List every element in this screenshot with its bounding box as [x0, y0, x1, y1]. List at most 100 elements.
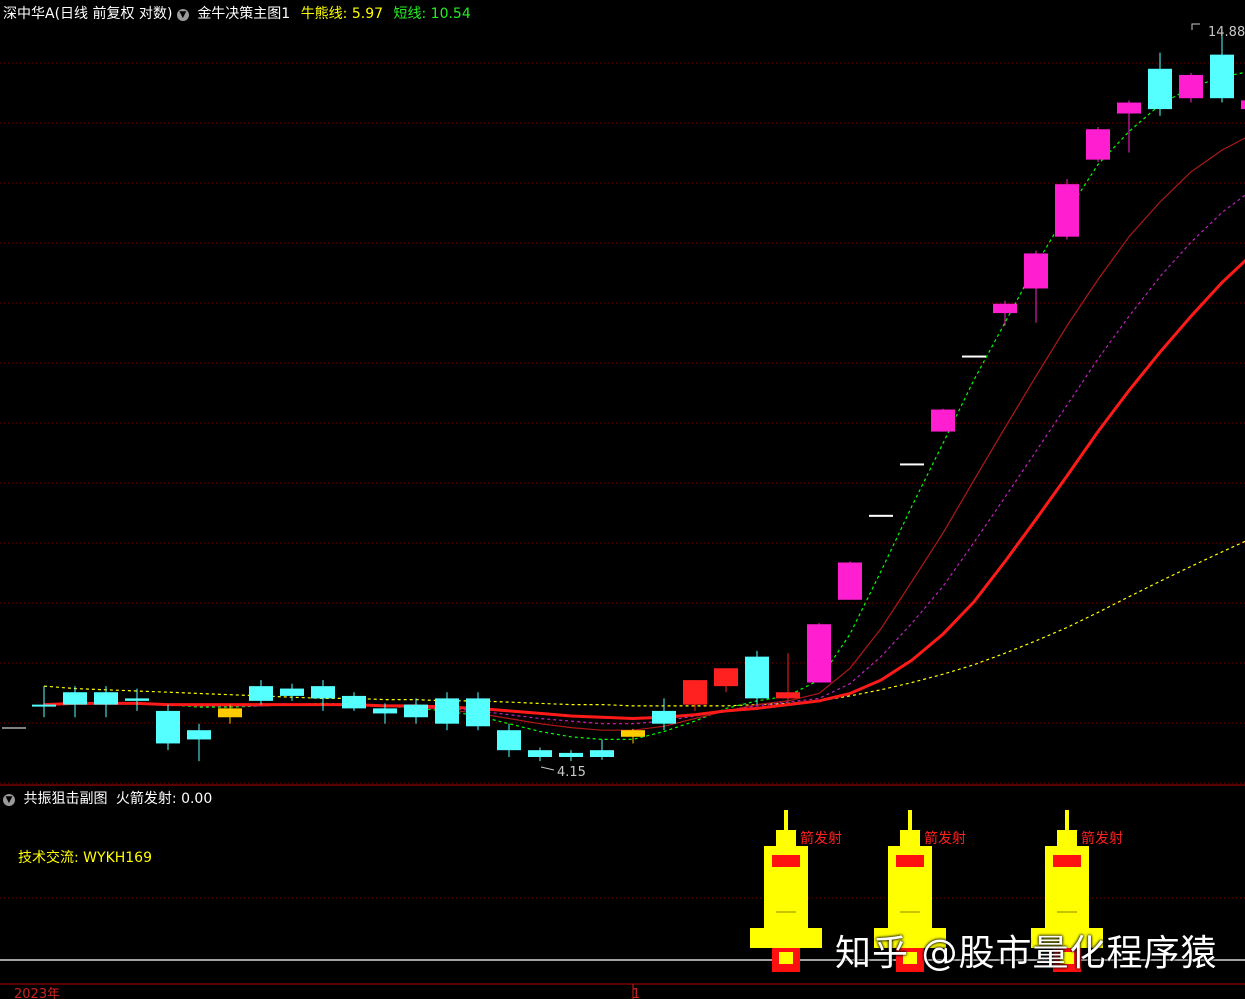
- candle-body: [125, 698, 149, 701]
- candle-body: [807, 624, 831, 683]
- rocket-label: 箭发射: [924, 830, 966, 847]
- rocket-flame-core: [779, 952, 793, 964]
- candlestick: [311, 680, 335, 711]
- candle-body: [683, 680, 707, 705]
- candle-body: [156, 710, 180, 744]
- candlestick: [156, 704, 180, 751]
- contact-info: 技术交流: WYKH169: [18, 847, 152, 867]
- rocket-tip: [1057, 830, 1077, 846]
- contact-value: WYKH169: [83, 850, 152, 866]
- candle-body: [1179, 74, 1203, 99]
- chevron-down-icon[interactable]: ▼: [176, 9, 189, 21]
- candlestick: [993, 300, 1017, 326]
- candlestick: [249, 680, 273, 705]
- indicator-line-purple: [43, 194, 1245, 725]
- candle-body: [1117, 102, 1141, 114]
- candlestick: [342, 692, 366, 711]
- candle-body: [838, 562, 862, 600]
- candlestick: [559, 750, 583, 762]
- candlestick: [1210, 30, 1234, 103]
- candlestick: [807, 623, 831, 683]
- bull-line-value: 5.97: [351, 6, 384, 22]
- candle-body: [714, 668, 738, 687]
- candlestick: [528, 747, 552, 762]
- candlestick: [1148, 52, 1172, 116]
- candle-body: [869, 514, 893, 517]
- rocket-window: [896, 855, 924, 867]
- candle-body: [931, 409, 955, 432]
- candlestick: [404, 698, 428, 724]
- indicator-line-thick: [43, 258, 1245, 721]
- chart-canvas[interactable]: 14.88 4.15 箭发射 箭发射 箭发射 2023年 1: [0, 0, 1245, 999]
- candlestick: [652, 698, 676, 731]
- short-line-value: 10.54: [430, 6, 471, 22]
- candlesticks: [32, 30, 1245, 762]
- low-price-label: 4.15: [557, 765, 586, 780]
- high-price-label: 14.88: [1208, 25, 1245, 40]
- rocket-tip: [776, 830, 796, 846]
- candle-body: [745, 656, 769, 699]
- candlestick: [590, 739, 614, 760]
- candlestick: [1179, 72, 1203, 103]
- candle-body: [652, 710, 676, 724]
- candlestick: [94, 686, 118, 718]
- candlestick: [745, 650, 769, 705]
- candle-body: [1148, 68, 1172, 110]
- candle-body: [187, 730, 211, 740]
- candlestick: [435, 692, 459, 731]
- candlestick: [466, 692, 490, 731]
- candle-body: [466, 698, 490, 727]
- candle-body: [776, 692, 800, 699]
- candle-body: [342, 695, 366, 709]
- candlestick: [931, 408, 955, 432]
- low-pointer: [540, 766, 555, 771]
- candlestick: [32, 686, 56, 718]
- candlestick: [869, 514, 893, 517]
- candle-body: [1210, 54, 1234, 99]
- candle-body: [1241, 100, 1245, 110]
- rocket-window: [772, 855, 800, 867]
- candle-body: [404, 704, 428, 718]
- candle-body: [993, 303, 1017, 314]
- indicator-name[interactable]: 金牛决策主图1: [197, 6, 290, 22]
- timeline-year: 2023年: [14, 987, 60, 999]
- contact-label: 技术交流:: [18, 850, 79, 866]
- sub-indicator-name[interactable]: 共振狙击副图: [23, 791, 107, 807]
- candlestick: [1086, 126, 1110, 163]
- candle-body: [1086, 129, 1110, 160]
- rocket-label: 箭发射: [800, 830, 842, 847]
- indicator-line-bull: [43, 540, 1245, 707]
- candle-body: [435, 698, 459, 724]
- candle-body: [962, 355, 986, 358]
- candlestick: [776, 653, 800, 701]
- candle-body: [249, 686, 273, 701]
- candle-body: [1024, 253, 1048, 289]
- stock-title[interactable]: 深中华A(日线 前复权 对数): [3, 6, 172, 22]
- candlestick: [1055, 179, 1079, 240]
- rocket-window: [1053, 855, 1081, 867]
- candlestick: [1117, 100, 1141, 153]
- candle-body: [373, 708, 397, 714]
- rocket-launch-value: 0.00: [181, 791, 213, 807]
- candle-body: [1055, 184, 1079, 237]
- candle-body: [280, 688, 304, 696]
- rocket-label: 箭发射: [1081, 830, 1123, 847]
- candle-body: [94, 692, 118, 705]
- candlestick: [63, 686, 87, 718]
- indicator-line-short: [43, 71, 1245, 741]
- candlestick: [125, 688, 149, 711]
- candle-body: [621, 730, 645, 737]
- indicator-lines: [43, 71, 1245, 741]
- chevron-down-icon[interactable]: ▼: [3, 794, 15, 806]
- candle-body: [590, 750, 614, 757]
- candlestick: [187, 723, 211, 762]
- candlestick: [900, 463, 924, 466]
- candle-body: [32, 704, 56, 707]
- candle-body: [218, 708, 242, 718]
- rocket-tip: [900, 830, 920, 846]
- candlestick: [1024, 250, 1048, 323]
- candlestick: [714, 668, 738, 693]
- watermark: 知乎 @股市量化程序猿: [835, 933, 1218, 974]
- rocket-icon: 箭发射: [750, 810, 842, 972]
- timeline-month: 1: [632, 987, 640, 999]
